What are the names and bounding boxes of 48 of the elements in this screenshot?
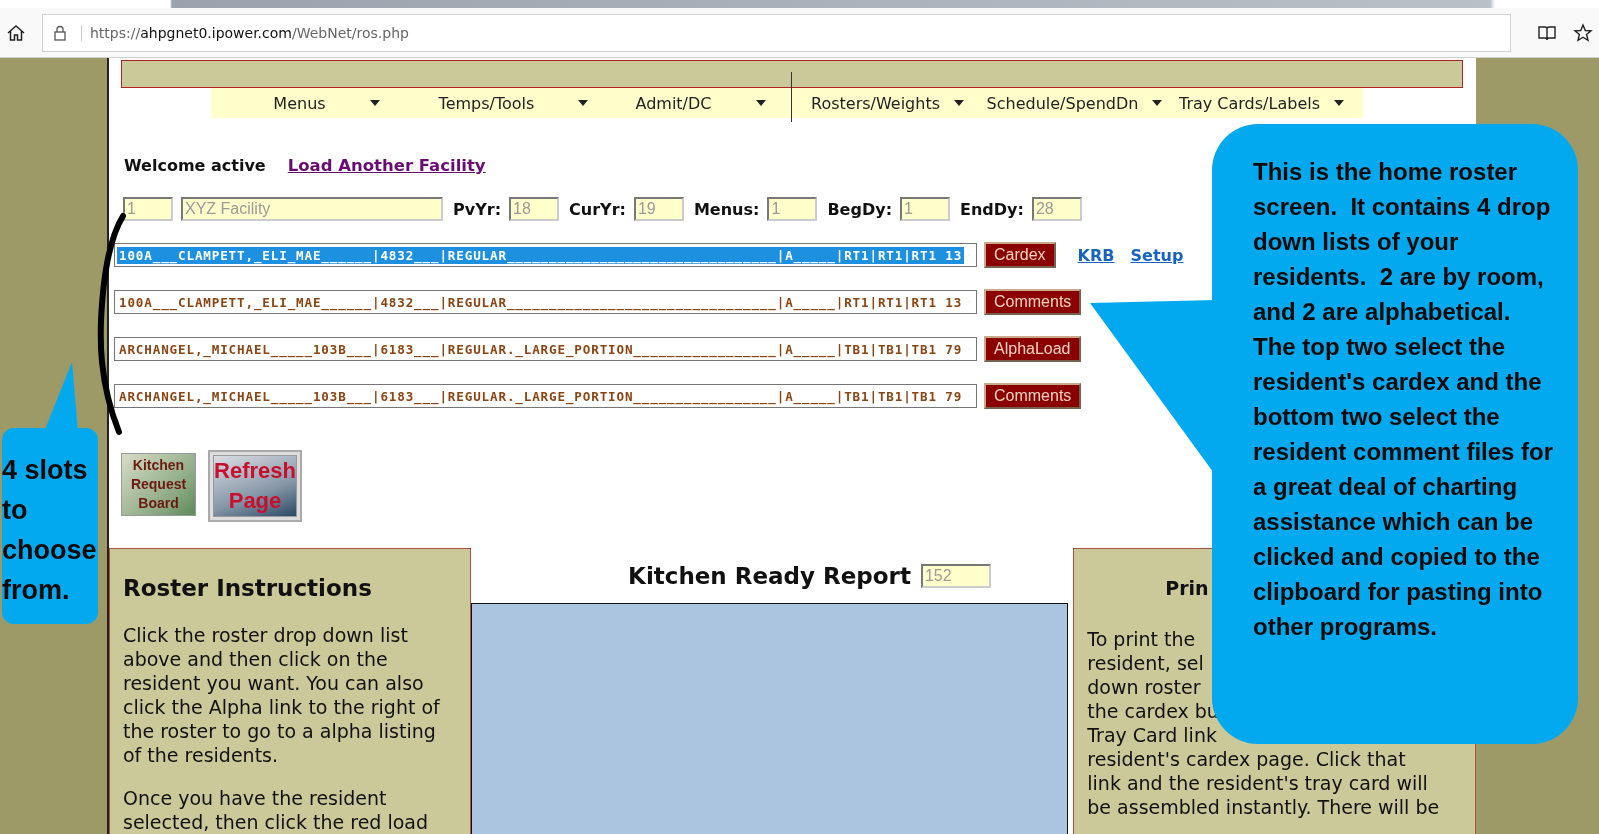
instruction-line: Tray Card link xyxy=(1087,723,1217,747)
instruction-line: To print the xyxy=(1087,627,1196,651)
home-icon[interactable] xyxy=(6,22,26,43)
menu-item[interactable]: Rosters/Weights xyxy=(794,93,981,113)
load-button[interactable]: AlphaLoad xyxy=(984,336,1081,362)
url-text: https://ahpgnet0.ipower.com/WebNet/ros.php xyxy=(81,24,409,41)
instruction-line: resident, sel xyxy=(1087,651,1204,675)
field-label: BegDy: xyxy=(827,199,893,219)
roster-dropdown[interactable]: 100A___CLAMPETT,_ELI_MAE______|4832___|REGULAR________________________________|A_____|RT1|RT1|RT1 13 xyxy=(114,290,977,314)
callout-text: 4 slots to choose from. xyxy=(2,454,98,607)
star-icon[interactable] xyxy=(1573,22,1593,43)
caret-icon xyxy=(755,100,766,106)
instruction-line: be assembled instantly. There will be xyxy=(1087,795,1440,819)
menu-item[interactable]: Menus xyxy=(233,93,420,113)
instruction-text: Once you have the resident selected, then click the red load xyxy=(123,786,430,834)
load-button[interactable]: Comments xyxy=(984,383,1082,409)
menu-item[interactable]: Tray Cards/Labels xyxy=(1168,93,1355,113)
caret-icon xyxy=(369,100,380,106)
menu-item[interactable]: Admit/DC xyxy=(607,93,794,113)
lock-icon xyxy=(53,24,67,41)
welcome-text: Welcome active xyxy=(124,156,266,175)
instruction-line: resident's cardex page. Click that xyxy=(1087,747,1406,771)
menu-item[interactable]: Schedule/SpendDn xyxy=(981,93,1168,113)
field-label: PvYr: xyxy=(453,199,502,219)
load-button[interactable]: Comments xyxy=(984,289,1082,315)
link[interactable]: KRB xyxy=(1077,245,1115,265)
field-label: Menus: xyxy=(693,199,760,219)
instruction-line: down roster xyxy=(1087,675,1201,699)
link[interactable]: Setup xyxy=(1130,245,1184,265)
instruction-line: link and the resident's tray card will xyxy=(1087,771,1428,795)
menu-item[interactable]: Temps/Tools xyxy=(420,93,607,113)
panel-title: Roster Instructions xyxy=(123,574,373,603)
report-title: Kitchen Ready Report xyxy=(628,562,911,589)
instruction-text: Click the roster drop down list above and then click on the resident you want. You can also click the Alpha link to the right of the roster to go to a alpha listing of the residents. xyxy=(123,623,441,767)
roster-dropdown[interactable]: ARCHANGEL,_MICHAEL_____103B___|6183___|REGULAR._LARGE_PORTION_________________|A_____|TB1|TB1|TB1 79 xyxy=(114,384,977,408)
load-button[interactable]: Cardex xyxy=(984,242,1056,268)
caret-icon xyxy=(1334,100,1344,106)
callout-text: This is the home roster screen. It contains 4 drop down lists of your residents. 2 are by room, and 2 are alphabetical. The top two select the resident's cardex and the bottom two select the resident comment files for a great deal of charting assistance which can be clicked and copied to the clipboard for pasting into other programs. xyxy=(1253,157,1555,642)
address-bar[interactable]: https://ahpgnet0.ipower.com/WebNet/ros.php xyxy=(42,13,1511,52)
caret-icon xyxy=(1152,100,1163,106)
caret-icon xyxy=(954,100,964,106)
kitchen-board-button[interactable]: Kitchen Request Board xyxy=(121,453,196,516)
roster-dropdown[interactable]: ARCHANGEL,_MICHAEL_____103B___|6183___|REGULAR._LARGE_PORTION_________________|A_____|TB1|TB1|TB1 79 xyxy=(114,337,977,361)
facility-link[interactable]: Load Another Facility xyxy=(287,156,486,175)
field-label: EndDy: xyxy=(960,199,1024,219)
field-label: CurYr: xyxy=(569,199,626,219)
caret-icon xyxy=(578,100,589,106)
panel-title: Prin xyxy=(1165,576,1209,601)
